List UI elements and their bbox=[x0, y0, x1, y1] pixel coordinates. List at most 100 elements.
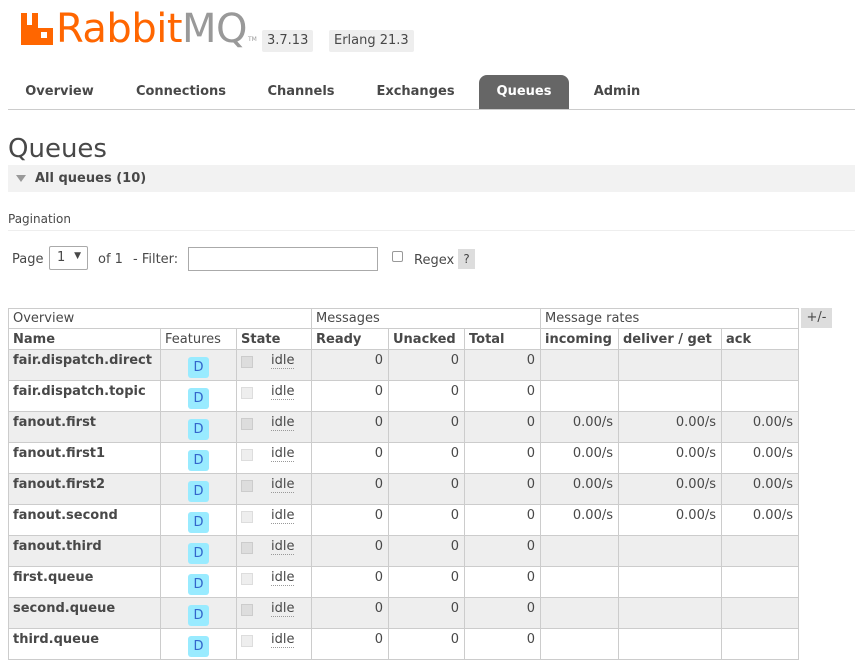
queue-name-link[interactable]: fanout.first2 bbox=[8, 473, 161, 505]
queue-name-link[interactable]: fanout.first bbox=[8, 411, 161, 443]
state-cell: idle bbox=[236, 566, 312, 598]
rabbitmq-logo[interactable]: RabbitMQ TM bbox=[20, 9, 257, 49]
unacked-cell: 0 bbox=[388, 473, 465, 505]
deliver-get-cell bbox=[618, 380, 722, 412]
column-header-incoming[interactable]: incoming bbox=[540, 328, 619, 350]
rabbitmq-logo-icon bbox=[21, 13, 53, 45]
page-label: Page bbox=[12, 252, 44, 267]
ready-cell: 0 bbox=[311, 535, 389, 567]
ready-cell: 0 bbox=[311, 566, 389, 598]
ack-cell bbox=[721, 349, 799, 381]
durable-badge[interactable]: D bbox=[188, 636, 209, 657]
state-cell: idle bbox=[236, 628, 312, 660]
durable-badge[interactable]: D bbox=[188, 450, 209, 471]
total-cell: 0 bbox=[464, 566, 541, 598]
state-indicator-icon bbox=[241, 511, 253, 523]
queue-name-link[interactable]: fanout.second bbox=[8, 504, 161, 536]
column-header-unacked[interactable]: Unacked bbox=[388, 328, 465, 350]
tab-overview[interactable]: Overview bbox=[8, 75, 111, 109]
total-cell: 0 bbox=[464, 411, 541, 443]
features-cell: D bbox=[160, 504, 237, 536]
incoming-cell: 0.00/s bbox=[540, 411, 619, 443]
features-cell: D bbox=[160, 411, 237, 443]
total-cell: 0 bbox=[464, 597, 541, 629]
durable-badge[interactable]: D bbox=[188, 574, 209, 595]
filter-label: - Filter: bbox=[133, 252, 179, 267]
durable-badge[interactable]: D bbox=[188, 543, 209, 564]
state-cell: idle bbox=[236, 535, 312, 567]
tab-queues[interactable]: Queues bbox=[479, 75, 569, 109]
state-cell: idle bbox=[236, 411, 312, 443]
state-label: idle bbox=[271, 601, 295, 617]
unacked-cell: 0 bbox=[388, 504, 465, 536]
state-cell: idle bbox=[236, 597, 312, 629]
pagination-title: Pagination bbox=[8, 212, 71, 226]
column-header-name[interactable]: Name bbox=[8, 328, 161, 350]
regex-label: Regex bbox=[414, 253, 455, 268]
page-select[interactable]: 1 ▼ bbox=[49, 246, 88, 270]
queue-name-link[interactable]: third.queue bbox=[8, 628, 161, 660]
queue-name-link[interactable]: fanout.third bbox=[8, 535, 161, 567]
state-indicator-icon bbox=[241, 418, 253, 430]
durable-badge[interactable]: D bbox=[188, 512, 209, 533]
table-row: fanout.first2 Didle 0 0 0 0.00/s 0.00/s 0.00/s bbox=[8, 473, 799, 505]
table-row: fanout.third Didle 0 0 0 bbox=[8, 535, 799, 567]
column-header-ack[interactable]: ack bbox=[721, 328, 799, 350]
page-select-value: 1 bbox=[57, 250, 66, 265]
tab-connections[interactable]: Connections bbox=[120, 75, 242, 109]
all-queues-section-toggle[interactable]: All queues (10) bbox=[8, 165, 855, 192]
durable-badge[interactable]: D bbox=[188, 605, 209, 626]
column-header-deliver-get[interactable]: deliver / get bbox=[618, 328, 722, 350]
deliver-get-cell: 0.00/s bbox=[618, 504, 722, 536]
ack-cell: 0.00/s bbox=[721, 411, 799, 443]
table-row: fanout.first1 Didle 0 0 0 0.00/s 0.00/s 0.00/s bbox=[8, 442, 799, 474]
regex-help-button[interactable]: ? bbox=[458, 249, 475, 269]
ready-cell: 0 bbox=[311, 628, 389, 660]
tab-channels[interactable]: Channels bbox=[251, 75, 351, 109]
state-cell: idle bbox=[236, 504, 312, 536]
deliver-get-cell bbox=[618, 628, 722, 660]
deliver-get-cell bbox=[618, 597, 722, 629]
queue-name-link[interactable]: first.queue bbox=[8, 566, 161, 598]
total-cell: 0 bbox=[464, 380, 541, 412]
queue-name-link[interactable]: fair.dispatch.topic bbox=[8, 380, 161, 412]
state-indicator-icon bbox=[241, 480, 253, 492]
tab-exchanges[interactable]: Exchanges bbox=[360, 75, 471, 109]
column-header-state[interactable]: State bbox=[236, 328, 312, 350]
state-label: idle bbox=[271, 570, 295, 586]
durable-badge[interactable]: D bbox=[188, 388, 209, 409]
filter-input[interactable] bbox=[188, 247, 378, 271]
features-cell: D bbox=[160, 566, 237, 598]
ack-cell bbox=[721, 566, 799, 598]
state-indicator-icon bbox=[241, 635, 253, 647]
table-row: fanout.second Didle 0 0 0 0.00/s 0.00/s 0.00/s bbox=[8, 504, 799, 536]
incoming-cell bbox=[540, 535, 619, 567]
queue-name-link[interactable]: fanout.first1 bbox=[8, 442, 161, 474]
state-label: idle bbox=[271, 415, 295, 431]
column-header-total[interactable]: Total bbox=[464, 328, 541, 350]
state-label: idle bbox=[271, 477, 295, 493]
ack-cell bbox=[721, 380, 799, 412]
table-row: fair.dispatch.topic Didle 0 0 0 bbox=[8, 380, 799, 412]
erlang-version-badge: Erlang 21.3 bbox=[329, 30, 414, 52]
incoming-cell bbox=[540, 380, 619, 412]
group-header-overview: Overview bbox=[8, 308, 312, 329]
deliver-get-cell: 0.00/s bbox=[618, 411, 722, 443]
state-indicator-icon bbox=[241, 356, 253, 368]
durable-badge[interactable]: D bbox=[188, 419, 209, 440]
features-cell: D bbox=[160, 380, 237, 412]
toggle-columns-button[interactable]: +/- bbox=[801, 308, 832, 328]
durable-badge[interactable]: D bbox=[188, 357, 209, 378]
state-label: idle bbox=[271, 384, 295, 400]
column-header-ready[interactable]: Ready bbox=[311, 328, 389, 350]
queue-name-link[interactable]: second.queue bbox=[8, 597, 161, 629]
incoming-cell bbox=[540, 597, 619, 629]
page-count-label: of 1 bbox=[98, 252, 123, 267]
tab-admin[interactable]: Admin bbox=[578, 75, 656, 109]
features-cell: D bbox=[160, 597, 237, 629]
queue-name-link[interactable]: fair.dispatch.direct bbox=[8, 349, 161, 381]
state-indicator-icon bbox=[241, 542, 253, 554]
durable-badge[interactable]: D bbox=[188, 481, 209, 502]
incoming-cell: 0.00/s bbox=[540, 473, 619, 505]
regex-checkbox[interactable] bbox=[392, 251, 403, 262]
